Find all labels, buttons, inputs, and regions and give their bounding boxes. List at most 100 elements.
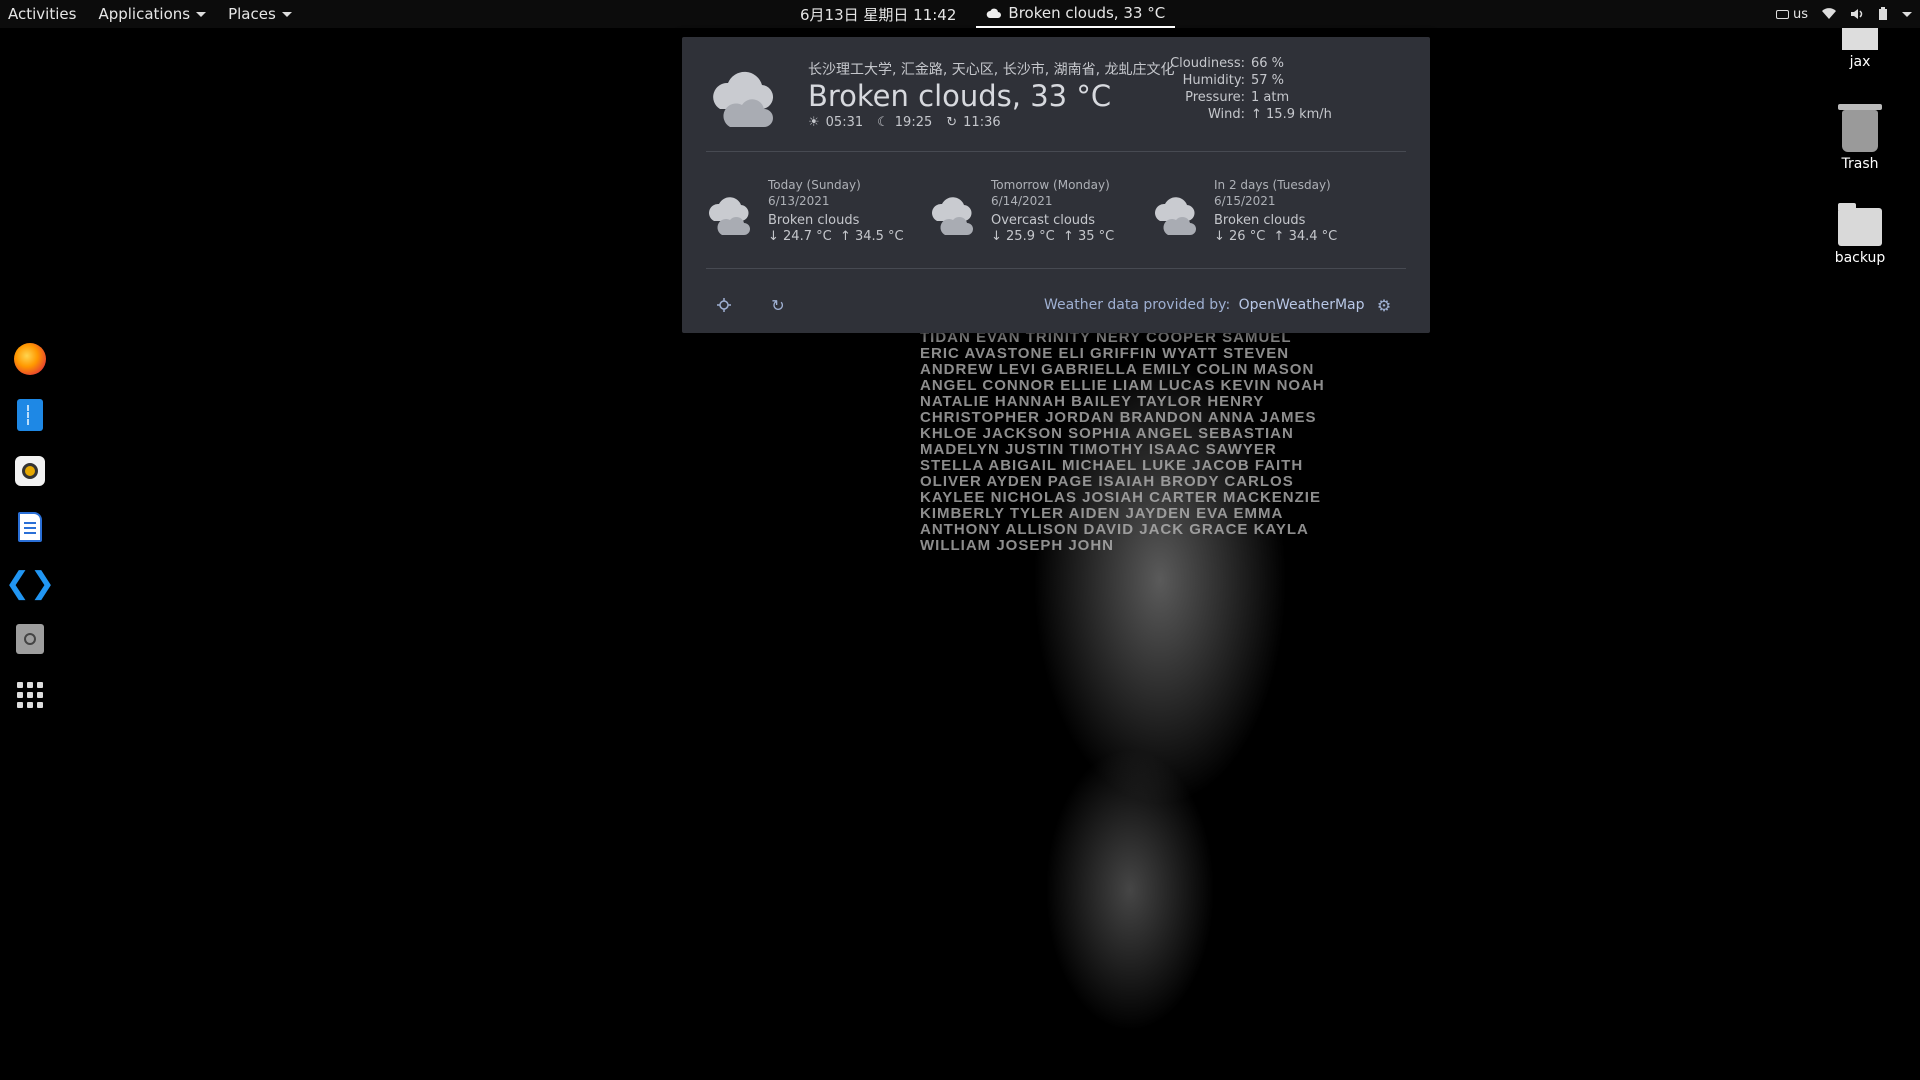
volume-icon[interactable] [1850,8,1864,20]
forecast-low: ↓ 24.7 °C [768,229,832,244]
divider [706,268,1406,269]
places-label: Places [228,5,276,23]
weather-indicator-label: Broken clouds, 33 °C [1008,4,1166,22]
keyboard-layout-label: us [1792,6,1808,22]
chevron-down-icon [196,11,207,17]
gear-icon: ⚙ [1376,295,1392,315]
desktop-icon-backup[interactable]: backup [1815,203,1905,266]
stat-value: 1 atm [1251,90,1290,105]
stat-label: Humidity: [1182,73,1245,88]
top-bar-left: Activities Applications Places [0,5,292,23]
folder-icon [1838,203,1882,246]
forecast-date: 6/15/2021 [1214,194,1276,208]
forecast-temps: ↓ 25.9 °C ↑ 35 °C [991,229,1114,245]
activities-button[interactable]: Activities [8,5,76,23]
broken-clouds-icon [713,71,774,127]
clock[interactable]: 6月13日 星期日 11:42 [800,4,956,25]
applications-menu[interactable]: Applications [98,5,207,23]
dock-files[interactable] [11,396,49,434]
forecast-high: ↑ 34.5 °C [839,229,904,244]
desktop-icon-label: jax [1849,54,1871,70]
places-menu[interactable]: Places [228,5,292,23]
updated-time: 11:36 [963,115,1001,130]
keyboard-icon [1775,9,1789,19]
crosshair-icon [717,298,731,312]
app-grid-icon [17,682,43,708]
wallpaper-text: TIDAN EVAN TRINITY NERY COOPER SAMUEL ER… [920,330,1325,554]
refresh-icon: ↻ [771,295,785,315]
system-tray: us [1775,0,1912,28]
forecast-low: ↓ 25.9 °C [991,229,1055,244]
forecast-text: Today (Sunday) 6/13/2021 Broken clouds ↓… [768,177,904,245]
moon-icon: ☾ [877,115,889,130]
stat-label: Wind: [1207,107,1245,122]
battery-icon[interactable] [1878,7,1888,21]
provider-link[interactable]: OpenWeatherMap [1239,297,1365,313]
forecast-temps: ↓ 26 °C ↑ 34.4 °C [1214,229,1337,245]
dock: ❮❯ [0,340,60,714]
keyboard-layout-indicator[interactable]: us [1775,6,1808,22]
sun-icon: ☀ [808,115,820,130]
desktop-icon-label: backup [1834,250,1886,266]
home-folder-icon [1842,28,1878,50]
dock-vscode[interactable]: ❮❯ [5,564,55,602]
forecast-desc: Overcast clouds [991,213,1096,228]
top-bar: Activities Applications Places 6月13日 星期日… [0,0,1920,28]
weather-indicator[interactable]: Broken clouds, 33 °C [976,0,1176,28]
broken-clouds-icon [709,197,750,235]
dock-disk[interactable] [11,620,49,658]
forecast-text: Tomorrow (Monday) 6/14/2021 Overcast clo… [991,177,1114,245]
dock-app-grid[interactable] [11,676,49,714]
desktop-icon-trash[interactable]: Trash [1815,104,1905,172]
wifi-icon[interactable] [1822,8,1836,20]
forecast-text: In 2 days (Tuesday) 6/15/2021 Broken clo… [1214,177,1337,245]
dock-firefox[interactable] [11,340,49,378]
weather-stats: Cloudiness: 66 % Humidity: 57 % Pressure: 1… [1162,55,1332,123]
forecast-date: 6/14/2021 [991,194,1053,208]
wallpaper-typography: TIDAN EVAN TRINITY NERY COOPER SAMUEL ER… [900,330,1350,1050]
weather-summary: Broken clouds, 33 °C [808,79,1112,113]
divider [706,151,1406,152]
dock-text-editor[interactable] [11,508,49,546]
stat-value: ↑ 15.9 km/h [1251,107,1332,122]
locate-button[interactable] [714,295,734,315]
firefox-icon [14,343,46,375]
desktop-icon-label: Trash [1841,156,1879,172]
refresh-button[interactable]: ↻ [768,295,788,315]
forecast-date: 6/13/2021 [768,194,830,208]
trash-icon [1838,104,1882,152]
top-bar-center: 6月13日 星期日 11:42 Broken clouds, 33 °C [800,0,1176,28]
forecast-desc: Broken clouds [768,213,860,228]
text-editor-icon [18,512,42,542]
forecast-day: In 2 days (Tuesday) 6/15/2021 Broken clo… [1152,177,1337,245]
dock-rhythmbox[interactable] [11,452,49,490]
sun-times: ☀ 05:31 ☾ 19:25 ↻ 11:36 [808,115,1001,130]
forecast-day: Today (Sunday) 6/13/2021 Broken clouds ↓… [706,177,904,245]
forecast-high: ↑ 34.4 °C [1273,229,1338,244]
system-menu-chevron-icon[interactable] [1902,11,1912,17]
weather-location: 长沙理工大学, 汇金路, 天心区, 长沙市, 湖南省, 龙虬庄文化 [808,62,1175,78]
forecast-day-label: Tomorrow (Monday) [991,178,1110,192]
provider-credit: Weather data provided by: OpenWeatherMap [1044,297,1365,313]
settings-button[interactable]: ⚙ [1374,295,1394,315]
forecast-low: ↓ 26 °C [1214,229,1266,244]
stat-label: Cloudiness: [1170,56,1245,71]
sunset: ☾ 19:25 [877,115,932,130]
forecast-day: Tomorrow (Monday) 6/14/2021 Overcast clo… [929,177,1114,245]
weather-popup: 长沙理工大学, 汇金路, 天心区, 长沙市, 湖南省, 龙虬庄文化 Broken… [682,37,1430,333]
stat-row: Cloudiness: 66 % [1162,55,1332,72]
updated: ↻ 11:36 [946,115,1000,130]
refresh-small-icon: ↻ [946,115,958,130]
forecast-day-label: In 2 days (Tuesday) [1214,178,1331,192]
forecast-temps: ↓ 24.7 °C ↑ 34.5 °C [768,229,904,245]
stat-row: Pressure: 1 atm [1162,89,1332,106]
broken-clouds-icon [1155,197,1196,235]
files-icon [17,399,43,431]
sunrise-time: 05:31 [825,115,864,130]
forecast-high: ↑ 35 °C [1062,229,1115,244]
applications-label: Applications [98,5,191,23]
forecast-day-label: Today (Sunday) [768,178,861,192]
stat-value: 57 % [1251,73,1285,88]
forecast-desc: Broken clouds [1214,213,1306,228]
desktop-icon-home[interactable]: jax [1815,28,1905,70]
